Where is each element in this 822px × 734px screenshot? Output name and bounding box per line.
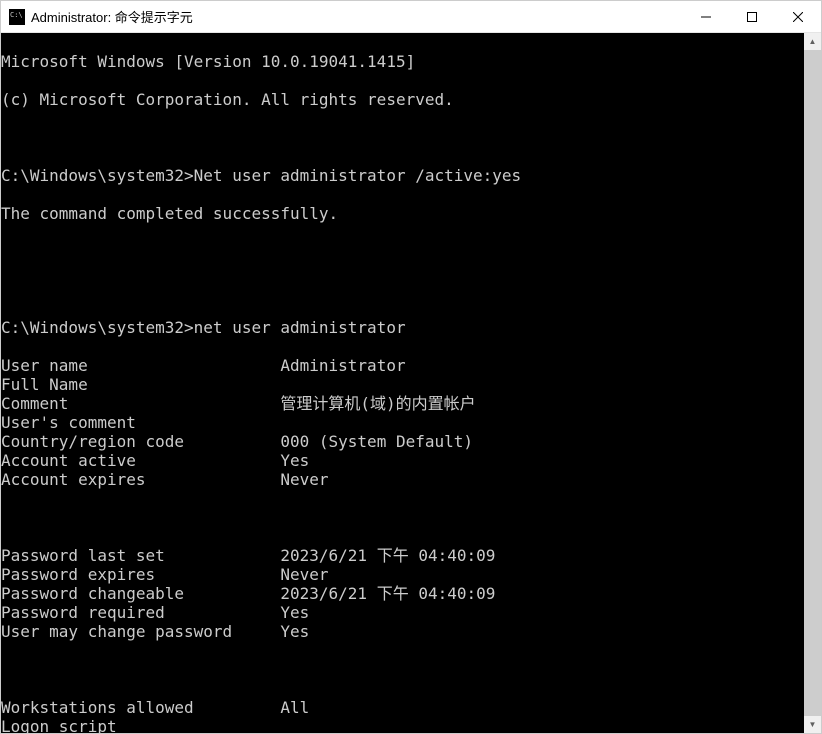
minimize-icon xyxy=(701,12,711,22)
property-row: Country/region code 000 (System Default) xyxy=(1,432,804,451)
command-2: net user administrator xyxy=(194,318,406,337)
property-value: 2023/6/21 下午 04:40:09 xyxy=(280,546,495,565)
property-value: Yes xyxy=(280,603,309,622)
property-row: Password changeable 2023/6/21 下午 04:40:0… xyxy=(1,584,804,603)
copyright-line: (c) Microsoft Corporation. All rights re… xyxy=(1,90,804,109)
scroll-track[interactable] xyxy=(804,50,821,716)
property-value: Administrator xyxy=(280,356,405,375)
prompt: C:\Windows\system32> xyxy=(1,318,194,337)
close-icon xyxy=(793,12,803,22)
property-value: Never xyxy=(280,565,328,584)
property-key: Workstations allowed xyxy=(1,698,280,717)
close-button[interactable] xyxy=(775,1,821,33)
window-title: Administrator: 命令提示字元 xyxy=(31,7,683,26)
scroll-up-button[interactable]: ▲ xyxy=(804,33,821,50)
property-row: Comment 管理计算机(域)的内置帐户 xyxy=(1,394,804,413)
property-row: User may change password Yes xyxy=(1,622,804,641)
property-value: 2023/6/21 下午 04:40:09 xyxy=(280,584,495,603)
property-row: Password required Yes xyxy=(1,603,804,622)
maximize-icon xyxy=(747,12,757,22)
property-key: Country/region code xyxy=(1,432,280,451)
property-row: Password last set 2023/6/21 下午 04:40:09 xyxy=(1,546,804,565)
minimize-button[interactable] xyxy=(683,1,729,33)
property-row: Account expires Never xyxy=(1,470,804,489)
property-row: Password expires Never xyxy=(1,565,804,584)
property-key: User may change password xyxy=(1,622,280,641)
property-value: Never xyxy=(280,470,328,489)
prompt: C:\Windows\system32> xyxy=(1,166,194,185)
property-row: Workstations allowed All xyxy=(1,698,804,717)
scrollbar[interactable]: ▲ ▼ xyxy=(804,33,821,733)
property-value: Yes xyxy=(280,451,309,470)
property-row: Logon script xyxy=(1,717,804,733)
property-value: Yes xyxy=(280,622,309,641)
property-key: Comment xyxy=(1,394,280,413)
window-controls xyxy=(683,1,821,33)
version-line: Microsoft Windows [Version 10.0.19041.14… xyxy=(1,52,804,71)
property-key: Account expires xyxy=(1,470,280,489)
maximize-button[interactable] xyxy=(729,1,775,33)
property-key: Full Name xyxy=(1,375,280,394)
scroll-thumb[interactable] xyxy=(804,50,821,716)
cmd-icon xyxy=(9,9,25,25)
property-value: 000 (System Default) xyxy=(280,432,473,451)
property-key: User's comment xyxy=(1,413,280,432)
property-key: Logon script xyxy=(1,717,280,733)
property-key: Account active xyxy=(1,451,280,470)
property-value: 管理计算机(域)的内置帐户 xyxy=(280,394,475,413)
property-key: User name xyxy=(1,356,280,375)
titlebar: Administrator: 命令提示字元 xyxy=(1,1,821,33)
property-row: Full Name xyxy=(1,375,804,394)
property-key: Password last set xyxy=(1,546,280,565)
property-row: Account active Yes xyxy=(1,451,804,470)
command-1: Net user administrator /active:yes xyxy=(194,166,522,185)
terminal-output[interactable]: Microsoft Windows [Version 10.0.19041.14… xyxy=(1,33,804,733)
property-row: User name Administrator xyxy=(1,356,804,375)
property-key: Password expires xyxy=(1,565,280,584)
property-row: User's comment xyxy=(1,413,804,432)
scroll-down-button[interactable]: ▼ xyxy=(804,716,821,733)
property-value: All xyxy=(280,698,309,717)
result-1: The command completed successfully. xyxy=(1,204,804,223)
property-key: Password changeable xyxy=(1,584,280,603)
property-key: Password required xyxy=(1,603,280,622)
